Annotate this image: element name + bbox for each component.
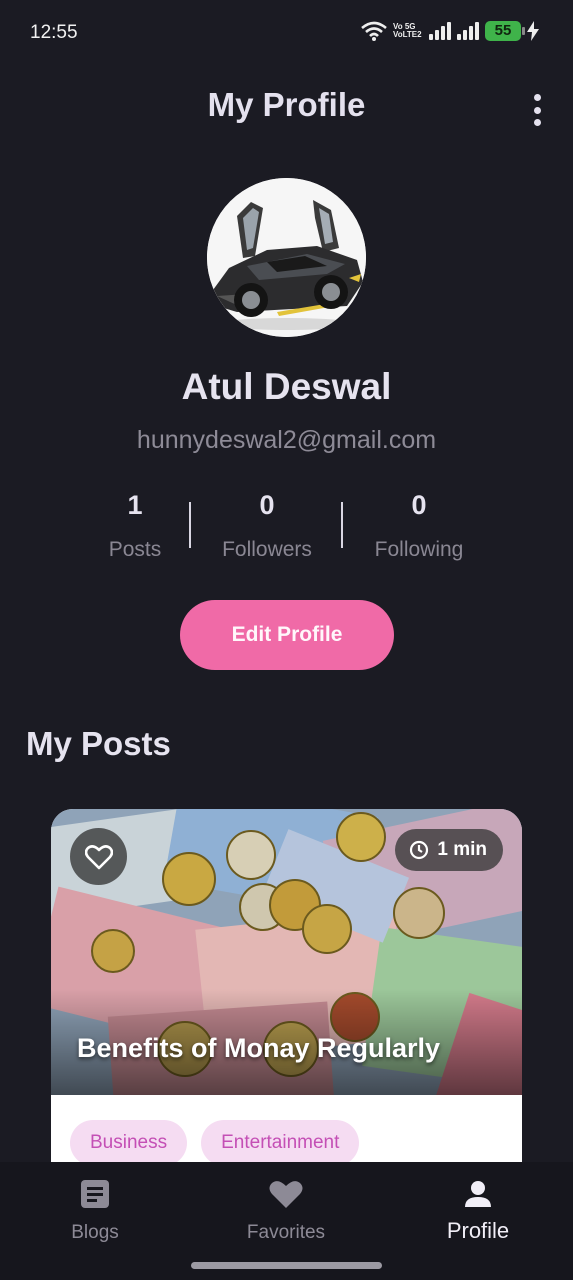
stat-divider: [341, 502, 343, 548]
status-bar: 12:55 Vo 5G VoLTE2 55: [0, 0, 573, 66]
stat-label: Following: [374, 538, 464, 561]
clock-icon: [409, 840, 429, 860]
charging-icon: [527, 21, 539, 41]
stat-value: 1: [127, 490, 143, 520]
nav-label: Favorites: [246, 1222, 326, 1243]
nav-item-favorites[interactable]: Favorites: [191, 1176, 381, 1244]
stat-value: 0: [411, 490, 427, 520]
profile-name: Atul Deswal: [181, 366, 392, 407]
status-icons: Vo 5G VoLTE2 55: [361, 21, 539, 41]
home-indicator[interactable]: [191, 1262, 382, 1269]
avatar[interactable]: [207, 178, 366, 337]
status-time: 12:55: [30, 22, 78, 43]
nav-label: Profile: [446, 1218, 510, 1243]
heart-outline-icon: [84, 844, 113, 870]
post-title: Benefits of Monay Regularly: [77, 1033, 441, 1063]
stat-following[interactable]: 0 Following: [344, 490, 494, 562]
battery-icon: 55: [485, 21, 525, 41]
stat-label: Followers: [222, 538, 312, 561]
article-icon: [0, 1176, 190, 1212]
signal-icon: [429, 22, 451, 40]
favorite-button[interactable]: [70, 828, 127, 885]
more-options-icon[interactable]: [531, 94, 543, 126]
post-card[interactable]: 1 min Benefits of Monay Regularly Busine…: [51, 809, 522, 1169]
wifi-icon: [361, 21, 387, 41]
stat-posts[interactable]: 1 Posts: [60, 490, 210, 562]
post-cover-image: 1 min Benefits of Monay Regularly: [51, 809, 522, 1095]
read-time-label: 1 min: [437, 839, 487, 860]
profile-email: hunnydeswal2@gmail.com: [136, 426, 437, 454]
nav-label: Blogs: [71, 1222, 119, 1243]
post-tags: Business Entertainment: [70, 1120, 360, 1166]
network-type-label: Vo 5G VoLTE2: [393, 22, 422, 39]
signal-icon-2: [457, 22, 479, 40]
person-icon: [383, 1176, 573, 1212]
stat-label: Posts: [108, 538, 162, 561]
tag-chip[interactable]: Entertainment: [201, 1120, 360, 1166]
nav-item-profile[interactable]: Profile: [383, 1176, 573, 1244]
edit-profile-button[interactable]: Edit Profile: [180, 600, 394, 670]
page-title: My Profile: [207, 86, 366, 123]
heart-icon: [191, 1176, 381, 1212]
stat-followers[interactable]: 0 Followers: [192, 490, 342, 562]
stat-value: 0: [259, 490, 275, 520]
nav-item-blogs[interactable]: Blogs: [0, 1176, 190, 1244]
read-time-badge: 1 min: [395, 829, 503, 871]
profile-screen: 12:55 Vo 5G VoLTE2 55 My Profile Atul De…: [0, 0, 573, 1280]
my-posts-title: My Posts: [26, 725, 171, 762]
tag-chip[interactable]: Business: [70, 1120, 188, 1166]
stat-divider: [189, 502, 191, 548]
